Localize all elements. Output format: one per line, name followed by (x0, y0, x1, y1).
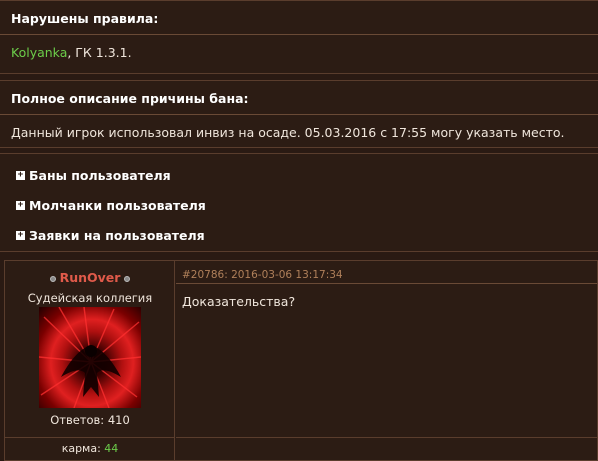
karma-value: 44 (104, 442, 119, 455)
toggle-label[interactable]: Молчанки пользователя (29, 198, 206, 213)
post-text: Доказательства? (182, 294, 296, 309)
user-history-panel: + Баны пользователя + Молчанки пользоват… (0, 153, 598, 252)
reason-text: Данный игрок использовал инвиз на осаде.… (11, 125, 565, 140)
violation-body: Kolyanka, ГК 1.3.1. (0, 35, 598, 60)
toggle-user-requests[interactable]: + Заявки на пользователя (16, 228, 205, 243)
violation-heading: Нарушены правила: (0, 1, 598, 35)
plus-box-icon[interactable]: + (16, 171, 25, 180)
replies-count: Ответов: 410 (50, 413, 130, 427)
plus-box-icon[interactable]: + (16, 231, 25, 240)
author-name[interactable]: RunOver (60, 270, 121, 285)
post-author-column: RunOver Судейская коллегия Ответов: 410 … (5, 261, 175, 460)
toggle-user-mutes[interactable]: + Молчанки пользователя (16, 198, 206, 213)
forum-post: RunOver Судейская коллегия Ответов: 410 … (4, 260, 598, 461)
post-message-column: #20786: 2016-03-06 13:17:34 Доказательст… (176, 261, 597, 460)
violation-panel: Нарушены правила: Kolyanka, ГК 1.3.1. (0, 0, 598, 74)
reason-panel: Полное описание причины бана: Данный игр… (0, 80, 598, 148)
status-dot-icon (49, 275, 56, 282)
plus-box-icon[interactable]: + (16, 201, 25, 210)
author-name-row: RunOver (5, 270, 175, 285)
divider (176, 283, 597, 284)
violator-link[interactable]: Kolyanka (11, 45, 67, 60)
avatar[interactable] (39, 307, 141, 408)
toggle-label[interactable]: Баны пользователя (29, 168, 171, 183)
toggle-user-bans[interactable]: + Баны пользователя (16, 168, 171, 183)
post-meta[interactable]: #20786: 2016-03-06 13:17:34 (182, 269, 343, 281)
status-dot-icon (124, 275, 131, 282)
reason-heading: Полное описание причины бана: (0, 81, 598, 115)
author-title: Судейская коллегия (27, 291, 153, 305)
karma-row: карма: 44 (5, 437, 175, 460)
violated-rule: , ГК 1.3.1. (67, 45, 132, 60)
toggle-label[interactable]: Заявки на пользователя (29, 228, 205, 243)
divider (176, 437, 597, 438)
karma-label: карма: (61, 442, 105, 455)
